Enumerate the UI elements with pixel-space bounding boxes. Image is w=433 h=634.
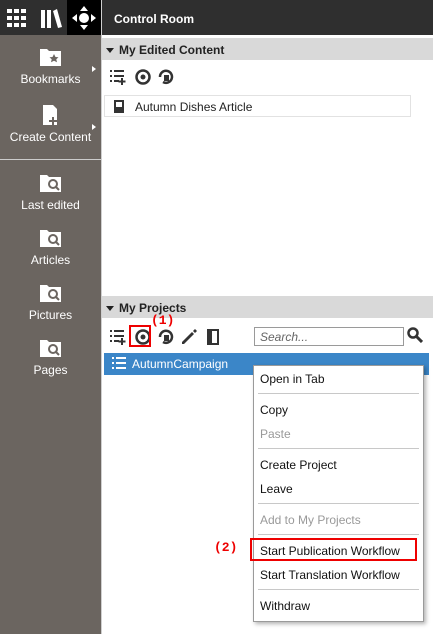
project-search-input[interactable]: Search... <box>254 327 404 346</box>
top-icon-bar <box>0 0 101 35</box>
sidebar-item-articles[interactable]: Articles <box>0 227 101 267</box>
add-to-list-icon[interactable] <box>109 68 127 86</box>
sidebar-item-pages[interactable]: Pages <box>0 337 101 377</box>
collapse-triangle-icon[interactable] <box>106 48 114 53</box>
menu-item-paste: Paste <box>260 427 291 441</box>
annotation-highlight-checkin <box>129 325 151 347</box>
left-sidebar: Bookmarks Create Content Last edited Art… <box>0 0 101 634</box>
menu-separator <box>258 534 419 535</box>
section-title: My Edited Content <box>119 43 225 57</box>
submenu-arrow-icon <box>92 124 96 130</box>
context-menu: Open in Tab Copy Paste Create Project Le… <box>253 365 424 622</box>
add-to-list-icon[interactable] <box>109 328 127 346</box>
edited-content-header[interactable]: My Edited Content <box>102 38 433 60</box>
bookmark-folder-icon <box>39 49 61 66</box>
edited-content-toolbar <box>102 65 433 89</box>
menu-item-start-translation-workflow[interactable]: Start Translation Workflow <box>260 568 400 582</box>
revert-icon[interactable] <box>157 68 175 86</box>
menu-separator <box>258 393 419 394</box>
sidebar-item-pictures[interactable]: Pictures <box>0 282 101 322</box>
search-folder-icon <box>39 175 61 192</box>
list-item-label: Autumn Dishes Article <box>135 100 253 114</box>
project-name: AutumnCampaign <box>132 357 229 371</box>
annotation-label-one: (1) <box>151 313 175 328</box>
sidebar-item-label: Pages <box>33 363 68 377</box>
article-icon <box>114 100 124 113</box>
menu-separator <box>258 503 419 504</box>
search-folder-icon <box>39 340 61 357</box>
checkin-icon[interactable] <box>134 68 152 86</box>
menu-item-copy[interactable]: Copy <box>260 403 288 417</box>
project-list-icon <box>112 357 126 369</box>
sidebar-item-create-content[interactable]: Create Content <box>0 104 101 144</box>
menu-separator <box>258 448 419 449</box>
sidebar-divider <box>0 159 101 160</box>
sidebar-item-label: Create Content <box>9 130 92 144</box>
list-item[interactable]: Autumn Dishes Article <box>104 95 411 117</box>
new-document-icon <box>42 105 57 125</box>
menu-item-withdraw[interactable]: Withdraw <box>260 599 310 613</box>
menu-separator <box>258 589 419 590</box>
menu-item-open-in-tab[interactable]: Open in Tab <box>260 372 325 386</box>
search-icon[interactable] <box>407 327 424 346</box>
library-icon[interactable] <box>34 0 68 35</box>
sidebar-item-bookmarks[interactable]: Bookmarks <box>0 46 101 86</box>
edit-pencil-icon[interactable] <box>180 328 198 346</box>
sidebar-item-label: Articles <box>30 253 71 267</box>
sidebar-item-label: Bookmarks <box>20 72 81 86</box>
search-folder-icon <box>39 285 61 302</box>
search-folder-icon <box>39 230 61 247</box>
apps-grid-icon[interactable] <box>0 0 34 35</box>
menu-item-leave[interactable]: Leave <box>260 482 293 496</box>
sidebar-item-last-edited[interactable]: Last edited <box>0 172 101 212</box>
menu-item-create-project[interactable]: Create Project <box>260 458 337 472</box>
panel-title: Control Room <box>102 0 433 35</box>
annotation-label-two: (2) <box>214 540 238 555</box>
revert-icon[interactable] <box>157 328 175 346</box>
annotation-highlight-publication <box>250 538 417 561</box>
book-icon[interactable] <box>204 328 222 346</box>
menu-item-add-to-my-projects: Add to My Projects <box>260 513 361 527</box>
collapse-triangle-icon[interactable] <box>106 306 114 311</box>
submenu-arrow-icon <box>92 66 96 72</box>
sidebar-item-label: Pictures <box>28 308 73 322</box>
sidebar-item-label: Last edited <box>21 198 80 212</box>
navigation-cross-icon[interactable] <box>67 0 101 35</box>
